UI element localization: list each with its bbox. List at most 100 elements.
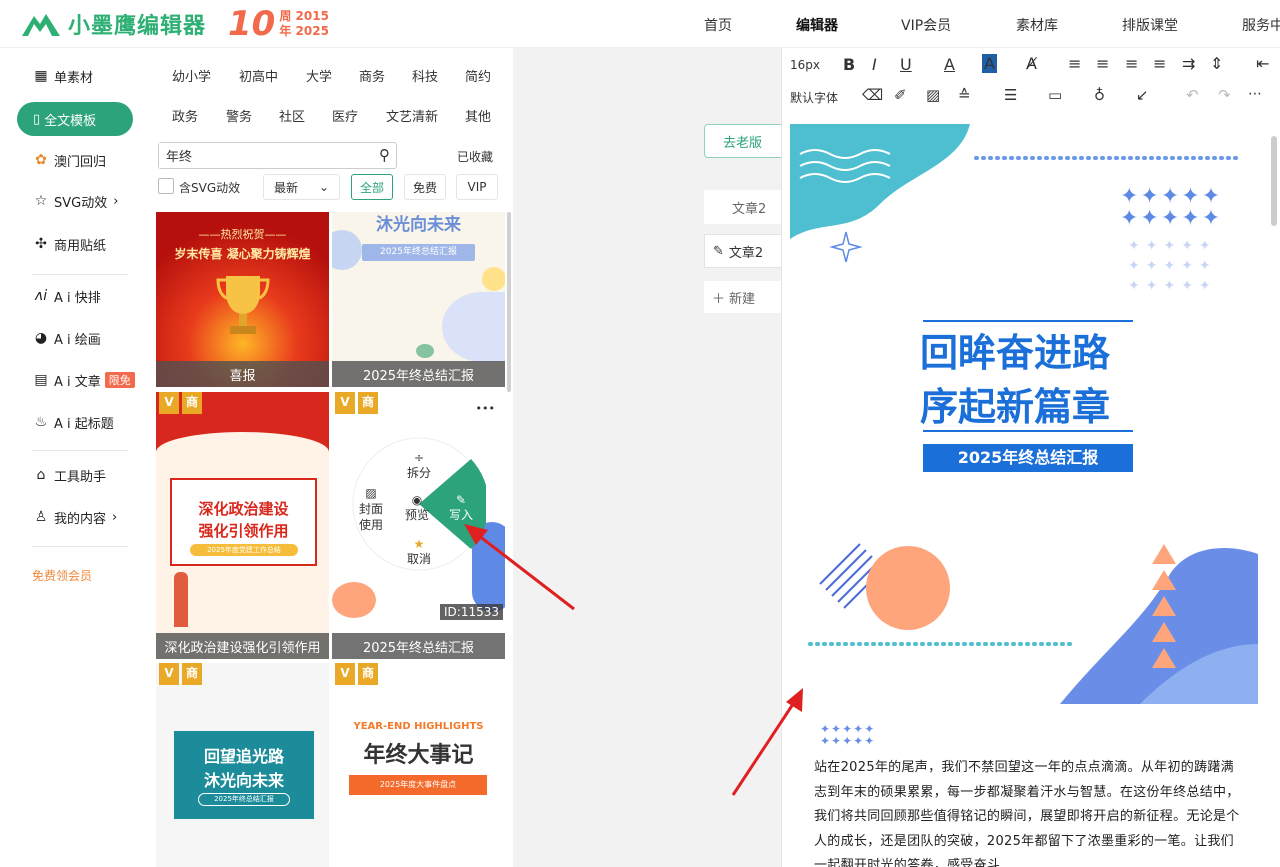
article-tab[interactable]: 文章2	[704, 190, 784, 224]
category-government[interactable]: 政务	[172, 106, 198, 125]
sidebar-item-ai-draw[interactable]: ◕ A i 绘画	[32, 327, 101, 349]
category-primary[interactable]: 幼小学	[172, 66, 211, 85]
document-canvas[interactable]: ✦✦✦✦✦ ✦✦✦✦✦ ✦✦✦✦✦ ✦✦✦✦✦ ✦✦✦✦✦ 回眸奋进路 序起新篇章 20…	[790, 124, 1258, 867]
panel-scrollbar[interactable]	[507, 212, 511, 392]
category-university[interactable]: 大学	[306, 66, 332, 85]
template-card[interactable]: ——热烈祝贺—— 岁末传喜 凝心聚力铸辉煌 喜报	[156, 212, 329, 387]
editor-scrollbar[interactable]	[1271, 136, 1277, 226]
format-brush-icon[interactable]: ✐	[894, 86, 907, 104]
filter-free[interactable]: 免费	[404, 174, 446, 200]
image-icon[interactable]: ▨	[926, 86, 940, 104]
vip-tag: V	[335, 663, 355, 685]
filter-all[interactable]: 全部	[351, 174, 393, 200]
sidebar-item-stickers[interactable]: ✣ 商用贴纸	[32, 233, 106, 255]
more-icon[interactable]: ⋯	[1248, 86, 1262, 102]
old-version-button[interactable]: 去老版	[704, 124, 784, 158]
free-vip-link[interactable]: 免费领会员	[32, 564, 92, 586]
cancel-button[interactable]: ★ 取消	[402, 537, 436, 567]
vip-tag: V	[159, 392, 179, 414]
nav-editor[interactable]: 编辑器	[796, 15, 838, 35]
align-left-icon[interactable]: ≡	[1068, 54, 1081, 73]
sidebar-item-ai-title[interactable]: ♨ A i 起标题	[32, 411, 114, 433]
exit-icon[interactable]: ⇤	[1256, 54, 1269, 73]
italic-icon[interactable]: I	[872, 55, 877, 74]
commercial-tag: 商	[358, 663, 378, 685]
nav-vip[interactable]: VIP会员	[901, 15, 951, 35]
sidebar-item-single-material[interactable]: ▦ 单素材	[32, 65, 93, 87]
sidebar-item-ai-layout[interactable]: ʌi A i 快排	[32, 285, 101, 307]
write-button[interactable]: ✎ 写入	[444, 493, 478, 523]
align-center-icon[interactable]: ≡	[1096, 54, 1109, 73]
editor-panel: 16px B I U A A Ⱥ ≡ ≡ ≡ ≡ ⇉ ⇕ ⇤ 默认字体 ⌫ ✐ …	[781, 48, 1280, 867]
category-police[interactable]: 警务	[226, 106, 252, 125]
sort-select[interactable]: 最新 ⌄	[263, 174, 340, 200]
indent-icon[interactable]: ⇉	[1182, 54, 1195, 73]
font-family-select[interactable]: 默认字体	[790, 89, 838, 106]
decor-curtain-edge	[156, 432, 329, 472]
category-community[interactable]: 社区	[279, 106, 305, 125]
title-frame: 深化政治建设 强化引领作用 2025年度党建工作总结	[170, 478, 317, 566]
sidebar-item-full-template[interactable]: ▯ 全文模板	[17, 102, 133, 136]
template-card[interactable]: V 商 深化政治建设 强化引领作用 2025年度党建工作总结 深化政治建设强化引…	[156, 392, 329, 659]
category-highschool[interactable]: 初高中	[239, 66, 278, 85]
nav-materials[interactable]: 素材库	[1016, 15, 1058, 35]
bulb-icon[interactable]: ♁	[1094, 86, 1105, 104]
nav-home[interactable]: 首页	[704, 15, 732, 35]
sidebar-item-tools[interactable]: ⌂ 工具助手	[32, 464, 106, 486]
filter-vip[interactable]: VIP	[456, 174, 498, 200]
undo-icon[interactable]: ↶	[1186, 86, 1199, 104]
font-color-icon[interactable]: A	[944, 55, 955, 74]
search-icon[interactable]: ⚲	[379, 146, 390, 164]
sidebar-item-ai-article[interactable]: ▤ A i 文章 限免	[32, 369, 135, 391]
left-sidebar: ▦ 单素材 ▯ 全文模板 ✿ 澳门回归 ☆ SVG动效 › ✣ 商用贴纸 ʌi A i 快排 …	[0, 48, 145, 867]
sidebar-item-my-content[interactable]: ♙ 我的内容 ›	[32, 506, 118, 528]
clear-format-icon[interactable]: Ⱥ	[1026, 54, 1037, 73]
highlight-icon[interactable]: A	[982, 54, 997, 73]
divider	[32, 546, 128, 547]
eagle-logo-icon	[22, 14, 60, 36]
eraser-icon[interactable]: ⌫	[862, 86, 883, 104]
border-icon[interactable]: ▭	[1048, 86, 1062, 104]
chevron-right-icon: ›	[112, 509, 118, 525]
font-size-select[interactable]: 16px	[790, 58, 820, 72]
category-business[interactable]: 商务	[359, 66, 385, 85]
category-other[interactable]: 其他	[465, 106, 491, 125]
category-tech[interactable]: 科技	[412, 66, 438, 85]
svg-checkbox[interactable]	[158, 178, 174, 194]
trophy-icon	[216, 276, 270, 334]
preview-button[interactable]: ◉ 预览	[400, 493, 434, 523]
doc-paragraph[interactable]: 站在2025年的尾声，我们不禁回望这一年的点点滴滴。从年初的踌躇满志到年末的硕果…	[814, 756, 1244, 867]
category-literary[interactable]: 文艺清新	[386, 106, 438, 125]
cover-button[interactable]: ▨ 封面 使用	[354, 485, 388, 533]
template-card[interactable]: V 商 回望追光路 沐光向未来 2025年终总结汇报	[156, 663, 329, 867]
template-card[interactable]: V 商 YEAR-END HIGHLIGHTS 年终大事记 2025年度大事件盘…	[332, 663, 505, 867]
underline-icon[interactable]: U	[900, 55, 912, 74]
template-panel: 幼小学 初高中 大学 商务 科技 简约 政务 警务 社区 医疗 文艺清新 其他 …	[145, 48, 513, 867]
sidebar-item-macau[interactable]: ✿ 澳门回归	[32, 149, 106, 171]
template-card[interactable]: 沐光向未来 2025年终总结汇报 2025年终总结汇报	[332, 212, 505, 387]
user-icon: ♙	[34, 509, 48, 525]
category-medical[interactable]: 医疗	[332, 106, 358, 125]
collected-link[interactable]: 已收藏	[457, 148, 493, 165]
spacing-icon[interactable]: ☰	[1004, 86, 1017, 104]
redo-icon[interactable]: ↷	[1218, 86, 1231, 104]
arrow-icon[interactable]: ↙	[1136, 86, 1149, 104]
divider-icon[interactable]: ≙	[958, 86, 971, 104]
card-title: 沐光向未来	[376, 215, 461, 235]
more-icon[interactable]: •••	[476, 402, 495, 415]
new-article-button[interactable]: ＋新建	[704, 281, 784, 313]
nav-course[interactable]: 排版课堂	[1122, 15, 1178, 35]
decor-leaf	[416, 344, 434, 358]
sidebar-item-svg[interactable]: ☆ SVG动效 ›	[32, 190, 119, 212]
nav-service[interactable]: 服务中	[1242, 15, 1280, 35]
line-height-icon[interactable]: ⇕	[1210, 54, 1223, 73]
search-input[interactable]	[159, 143, 359, 168]
article-item[interactable]: ✎ 文章2	[704, 234, 784, 268]
align-justify-icon[interactable]: ≡	[1153, 54, 1166, 73]
eye-icon: ◉	[411, 493, 423, 507]
logo[interactable]: 小墨鹰编辑器 10 周 2015 年 2025	[20, 7, 329, 41]
bold-icon[interactable]: B	[843, 55, 855, 74]
split-button[interactable]: ÷ 拆分	[402, 451, 436, 481]
category-simple[interactable]: 简约	[465, 66, 491, 85]
align-right-icon[interactable]: ≡	[1125, 54, 1138, 73]
